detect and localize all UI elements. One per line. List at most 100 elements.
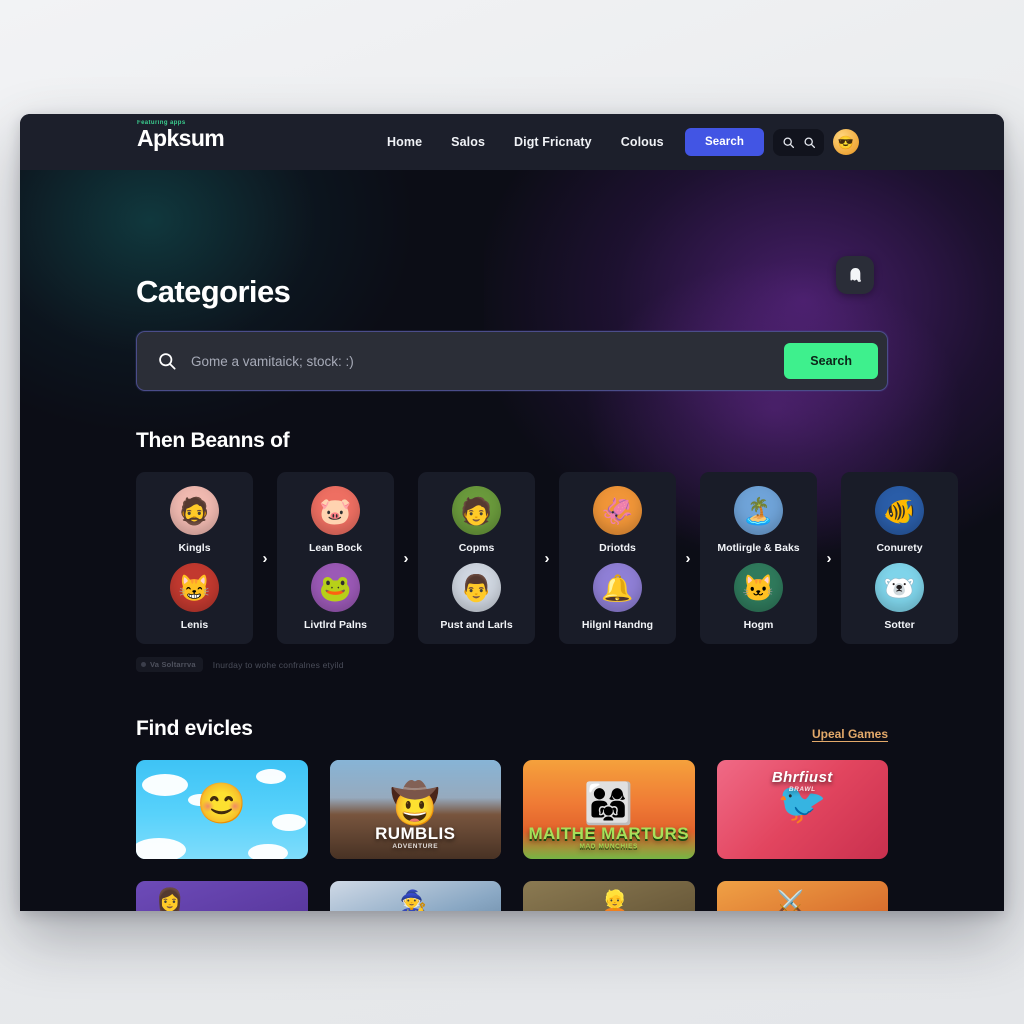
game-card-title-text: MAITHE MARTURS — [528, 823, 689, 843]
top-nav-actions: Search 😎 — [685, 114, 859, 170]
category-chevron-icon[interactable]: › — [394, 472, 418, 644]
site-logo[interactable]: Featuring apps Apksum — [137, 120, 225, 150]
category-item[interactable]: 🐷 Lean Bock — [283, 486, 388, 554]
category-avatar-glyph: 👨 — [460, 572, 493, 603]
categories-title: Then Beanns of — [136, 429, 290, 452]
category-item[interactable]: 🐸 Livtlrd Palns — [283, 563, 388, 631]
cloud-shape — [272, 814, 306, 832]
nav-item-digt-fricnaty[interactable]: Digt Fricnaty — [514, 135, 592, 149]
category-label: Pust and Larls — [440, 619, 513, 632]
category-chevron-icon[interactable]: › — [817, 472, 841, 644]
category-item[interactable]: 😸 Lenis — [142, 563, 247, 631]
category-item[interactable]: 🦑 Driotds — [565, 486, 670, 554]
game-art-glyph: 🧙 — [399, 889, 427, 911]
categories-section-header: Then Beanns of — [136, 429, 888, 453]
category-label: Conurety — [876, 542, 923, 554]
category-card[interactable]: 🐠 Conurety 🐻‍❄️ Sotter — [841, 472, 958, 645]
game-card-title-text: RUMBLIS — [375, 823, 456, 843]
game-card-title-text: Bhrfiust — [771, 769, 833, 787]
cloud-shape — [256, 769, 286, 785]
category-label: Lenis — [180, 619, 209, 632]
game-card[interactable]: 🤠 RUMBLIS ADVENTURE — [329, 760, 502, 860]
game-card[interactable]: 🐦 Bhrfiust BRAWL — [716, 760, 888, 860]
category-avatar: 🦑 — [593, 486, 642, 535]
category-avatar-glyph: 🐸 — [319, 572, 352, 603]
search-icon-secondary[interactable] — [800, 133, 818, 151]
category-avatar: 🏝️ — [734, 486, 783, 535]
category-card[interactable]: 🧑 Copms 👨 Pust and Larls — [418, 472, 535, 645]
category-item[interactable]: 🏝️ Motlirgle & Baks — [706, 486, 811, 554]
category-avatar-glyph: 😸 — [178, 572, 211, 603]
category-chevron-icon[interactable]: › — [535, 472, 559, 644]
category-label: Hogm — [743, 619, 774, 632]
category-avatar: 🐷 — [311, 486, 360, 535]
games-grid-row-2: 👩 🧙 👱 ⚔️ — [136, 881, 888, 911]
game-card[interactable]: ⚔️ — [716, 881, 888, 911]
category-cards-row: 🧔 Kingls 😸 Lenis › 🐷 Lean Bock 🐸 Livtlrd… — [136, 472, 958, 645]
nav-item-colous[interactable]: Colous — [621, 135, 664, 149]
search-input[interactable] — [177, 353, 785, 369]
category-avatar: 🧑 — [452, 486, 501, 535]
category-avatar: 👨 — [452, 563, 501, 613]
category-avatar: 🔔 — [593, 563, 642, 613]
category-avatar-glyph: 🦑 — [601, 495, 634, 526]
category-avatar: 🐱 — [734, 563, 783, 613]
content-container: Categories Search Then Beanns of — [20, 274, 1004, 911]
category-chevron-icon[interactable]: › — [676, 472, 700, 644]
user-avatar[interactable]: 😎 — [833, 129, 859, 155]
game-card-subtitle: BRAWL — [788, 786, 816, 794]
category-item[interactable]: 🐻‍❄️ Sotter — [847, 563, 952, 631]
games-section-header: Find evicles Upeal Games — [136, 717, 888, 741]
category-avatar-glyph: 🐻‍❄️ — [883, 572, 916, 603]
avatar-glyph: 😎 — [837, 134, 855, 150]
category-item[interactable]: 🔔 Hilgnl Handng — [565, 563, 670, 631]
category-avatar-glyph: 🏝️ — [742, 495, 775, 526]
category-card[interactable]: 🐷 Lean Bock 🐸 Livtlrd Palns — [277, 472, 394, 645]
category-avatar: 🐻‍❄️ — [875, 563, 924, 613]
category-avatar: 🐸 — [311, 563, 360, 613]
game-art-glyph: 👩 — [156, 887, 184, 911]
hero-search-bar[interactable]: Search — [136, 331, 888, 391]
floating-ghost-button[interactable] — [836, 256, 874, 294]
category-label: Livtlrd Palns — [303, 619, 367, 632]
category-card[interactable]: 🏝️ Motlirgle & Baks 🐱 Hogm — [700, 472, 817, 645]
nav-item-salos[interactable]: Salos — [451, 135, 485, 149]
badge-label: Va Soltarrva — [150, 660, 196, 670]
category-label: Sotter — [884, 619, 915, 632]
game-card[interactable]: 👩 — [136, 881, 308, 911]
category-item[interactable]: 🧑 Copms — [424, 486, 529, 554]
category-avatar: 🧔 — [170, 486, 219, 535]
game-card[interactable]: 👨‍👩‍👧 MAITHE MARTURS MAD MUNCHIES — [523, 760, 695, 860]
category-avatar-glyph: 🐱 — [742, 572, 775, 603]
badge-dot-icon — [141, 662, 146, 668]
category-item[interactable]: 🐱 Hogm — [706, 563, 811, 631]
game-card[interactable]: 👱 — [523, 881, 695, 911]
categories-note-text: Inurday to wohe confralnes etyild — [212, 659, 344, 670]
search-icon-group — [773, 128, 824, 156]
page-content-area: Categories Search Then Beanns of — [20, 170, 1004, 911]
category-item[interactable]: 👨 Pust and Larls — [424, 563, 529, 631]
game-art-glyph: 😊 — [196, 781, 247, 826]
category-card[interactable]: 🦑 Driotds 🔔 Hilgnl Handng — [559, 472, 676, 645]
nav-item-home[interactable]: Home — [387, 135, 422, 149]
game-card[interactable]: 🧙 — [329, 881, 501, 911]
category-chevron-icon[interactable]: › — [253, 472, 277, 644]
game-card-title: RUMBLIS ADVENTURE — [330, 825, 502, 860]
upeal-games-link[interactable]: Upeal Games — [812, 727, 888, 741]
nav-search-button[interactable]: Search — [685, 128, 764, 156]
category-label: Copms — [458, 542, 495, 554]
category-card[interactable]: 🧔 Kingls 😸 Lenis — [136, 472, 253, 645]
search-submit-button[interactable]: Search — [784, 343, 878, 379]
category-item[interactable]: 🐠 Conurety — [847, 486, 952, 554]
games-title: Find evicles — [136, 717, 253, 741]
search-icon[interactable] — [779, 133, 797, 151]
category-item[interactable]: 🧔 Kingls — [142, 486, 247, 554]
categories-section: Then Beanns of 🧔 Kingls 😸 Lenis › 🐷 Lean… — [136, 429, 958, 673]
category-avatar-glyph: 🔔 — [601, 572, 634, 603]
game-art-glyph: 🤠 — [390, 781, 441, 826]
top-navigation-bar: Featuring apps Apksum Home Salos Digt Fr… — [20, 114, 1004, 170]
category-avatar-glyph: 🐷 — [319, 495, 352, 526]
game-card[interactable]: 😊 — [136, 760, 308, 860]
game-card-title: MAITHE MARTURS MAD MUNCHIES — [523, 825, 695, 860]
logo-kicker-text: Featuring apps — [137, 120, 186, 126]
